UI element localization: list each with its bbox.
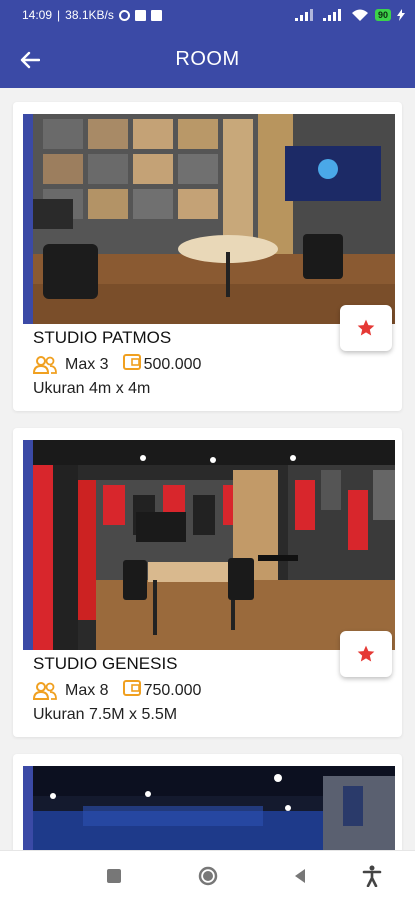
studio-photo	[23, 440, 395, 650]
room-price: 500.000	[143, 355, 202, 373]
calendar-notification-icon	[150, 9, 162, 21]
room-size: Ukuran 7.5M x 5.5M	[33, 706, 178, 723]
square-icon	[107, 868, 121, 883]
network-speed: 38.1KB/s	[65, 8, 114, 22]
favorite-button[interactable]	[340, 305, 392, 351]
signal-icon	[294, 9, 313, 21]
star-icon	[357, 319, 375, 336]
charging-icon	[397, 9, 405, 21]
price-icon	[122, 354, 141, 375]
home-button[interactable]	[190, 858, 226, 894]
status-left: 14:09 | 38.1KB/s	[22, 8, 162, 22]
circle-icon	[198, 866, 218, 885]
room-capacity: Max 8	[65, 681, 109, 699]
card-accent-bar	[23, 440, 33, 650]
status-time: 14:09	[22, 8, 53, 22]
room-image	[23, 766, 395, 850]
group-icon	[33, 355, 57, 374]
notification-icon	[118, 9, 130, 21]
card-accent-bar	[23, 114, 33, 324]
star-icon	[357, 645, 375, 662]
room-meta: Max 8 750.000	[33, 680, 201, 701]
room-image	[23, 440, 395, 650]
room-capacity: Max 3	[65, 355, 109, 373]
back-triangle-icon	[295, 868, 305, 883]
system-nav-bar	[0, 850, 415, 900]
wifi-icon	[351, 9, 368, 21]
group-icon	[33, 681, 57, 700]
app-bar: ROOM	[0, 30, 415, 88]
page-title: ROOM	[175, 47, 240, 70]
accessibility-icon	[362, 865, 382, 887]
accessibility-button[interactable]	[354, 858, 390, 894]
battery-icon: 90	[374, 9, 391, 21]
room-list[interactable]: STUDIO PATMOS Max 3 500.000 Ukuran 4m x …	[0, 88, 415, 850]
system-back-button[interactable]	[282, 858, 318, 894]
room-image	[23, 114, 395, 324]
recent-apps-button[interactable]	[96, 858, 132, 894]
room-card[interactable]	[13, 754, 402, 850]
back-button[interactable]	[14, 44, 46, 76]
favorite-button[interactable]	[340, 631, 392, 677]
signal-icon-2	[322, 9, 341, 21]
room-meta: Max 3 500.000	[33, 354, 201, 375]
status-bar: 14:09 | 38.1KB/s 90	[0, 0, 415, 30]
app-notification-icon	[134, 9, 146, 21]
studio-photo	[23, 114, 395, 324]
room-card[interactable]: STUDIO GENESIS Max 8 750.000 Ukuran 7.5M…	[13, 428, 402, 737]
card-accent-bar	[23, 766, 33, 850]
room-price: 750.000	[143, 681, 202, 699]
room-card[interactable]: STUDIO PATMOS Max 3 500.000 Ukuran 4m x …	[13, 102, 402, 411]
room-name: STUDIO GENESIS	[33, 654, 178, 673]
status-right: 90	[294, 9, 405, 22]
room-name: STUDIO PATMOS	[33, 328, 172, 347]
price-icon	[122, 680, 141, 701]
studio-photo	[23, 766, 395, 850]
arrow-left-icon	[20, 51, 40, 69]
room-size: Ukuran 4m x 4m	[33, 380, 151, 397]
